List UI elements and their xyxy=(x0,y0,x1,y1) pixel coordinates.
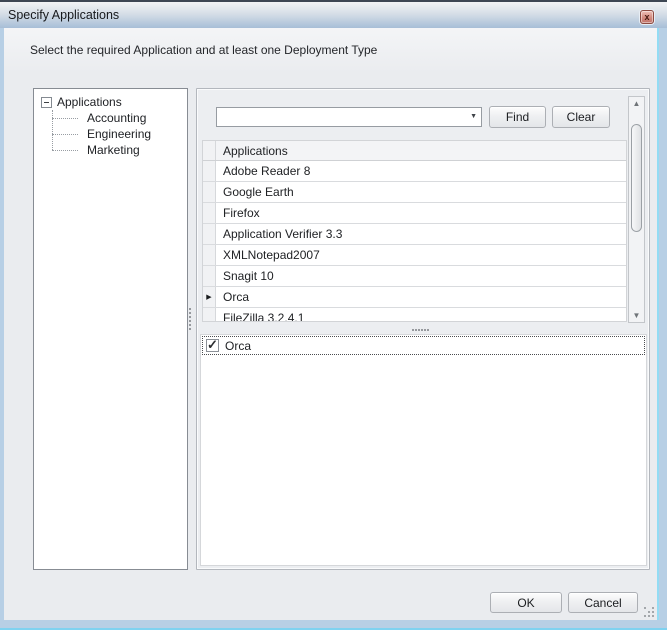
table-row[interactable]: XMLNotepad2007 xyxy=(203,245,626,266)
specify-applications-dialog: Specify Applications x Select the requir… xyxy=(0,0,667,630)
collapse-minus-icon[interactable] xyxy=(41,97,52,108)
grid-scrollbar[interactable]: ▲ ▼ xyxy=(628,96,645,323)
application-name-cell: Firefox xyxy=(216,203,626,223)
tree-node-label: Marketing xyxy=(87,143,140,157)
table-row[interactable]: Snagit 10 xyxy=(203,266,626,287)
ok-button[interactable]: OK xyxy=(490,592,562,613)
row-indicator-cell: ▶ xyxy=(203,287,216,307)
row-indicator-cell xyxy=(203,308,216,322)
tree-root-label: Applications xyxy=(57,95,122,109)
table-row[interactable]: Google Earth xyxy=(203,182,626,203)
application-name-cell: Snagit 10 xyxy=(216,266,626,286)
list-item-label: Orca xyxy=(225,339,251,353)
checkmark-icon: ✓ xyxy=(207,339,218,351)
grid-header-row[interactable]: Applications xyxy=(203,141,626,161)
application-name-cell: Orca xyxy=(216,287,626,307)
row-indicator-cell xyxy=(203,203,216,223)
find-button[interactable]: Find xyxy=(489,106,546,128)
titlebar[interactable]: Specify Applications xyxy=(0,2,667,28)
list-item[interactable]: ✓ Orca xyxy=(202,336,645,355)
row-indicator-cell xyxy=(203,182,216,202)
window-border-bottom xyxy=(0,620,667,630)
applications-tree: Applications Accounting Engineering Market… xyxy=(34,89,187,158)
scroll-up-icon[interactable]: ▲ xyxy=(629,97,644,110)
row-indicator-cell xyxy=(203,161,216,181)
window-border-left xyxy=(0,28,4,630)
tree-node-label: Accounting xyxy=(87,111,146,125)
grid-header-label: Applications xyxy=(216,141,626,160)
application-name-cell: FileZilla 3.2.4.1 xyxy=(216,308,626,322)
find-button-label: Find xyxy=(506,110,529,124)
clear-button[interactable]: Clear xyxy=(552,106,610,128)
window-title: Specify Applications xyxy=(8,8,119,22)
application-name-cell: Google Earth xyxy=(216,182,626,202)
row-indicator-cell xyxy=(203,245,216,265)
tree-node[interactable]: Marketing xyxy=(40,142,187,158)
tree-node[interactable]: Engineering xyxy=(40,126,187,142)
table-row[interactable]: Adobe Reader 8 xyxy=(203,161,626,182)
cancel-button[interactable]: Cancel xyxy=(568,592,638,613)
scrollbar-thumb[interactable] xyxy=(631,124,642,232)
application-name-cell: Adobe Reader 8 xyxy=(216,161,626,181)
grid-header-indicator-cell xyxy=(203,141,216,160)
ok-button-label: OK xyxy=(517,596,534,610)
checkbox[interactable]: ✓ xyxy=(206,339,219,352)
tree-node-label: Engineering xyxy=(87,127,151,141)
scroll-down-icon[interactable]: ▼ xyxy=(629,309,644,322)
tree-node-applications[interactable]: Applications xyxy=(40,94,187,110)
search-input[interactable] xyxy=(218,109,458,125)
panel-splitter-grip[interactable] xyxy=(189,308,192,332)
chevron-down-icon[interactable]: ▼ xyxy=(470,113,477,120)
close-icon: x xyxy=(644,13,649,22)
window-resize-grip[interactable] xyxy=(644,607,657,620)
tree-node[interactable]: Accounting xyxy=(40,110,187,126)
grid-rows: Adobe Reader 8Google EarthFirefoxApplica… xyxy=(203,161,626,322)
search-combobox[interactable]: ▼ xyxy=(216,107,482,127)
table-row[interactable]: Application Verifier 3.3 xyxy=(203,224,626,245)
table-row[interactable]: Firefox xyxy=(203,203,626,224)
row-indicator-cell xyxy=(203,224,216,244)
window-border-right xyxy=(657,28,667,630)
applications-tree-panel: Applications Accounting Engineering Market… xyxy=(33,88,188,570)
applications-grid: Applications Adobe Reader 8Google EarthF… xyxy=(202,140,627,322)
row-indicator-cell xyxy=(203,266,216,286)
selection-rows: ✓ Orca xyxy=(201,336,646,355)
row-indicator-icon: ▶ xyxy=(206,294,211,301)
clear-button-label: Clear xyxy=(567,110,596,124)
deployment-type-list: ✓ Orca xyxy=(200,334,647,566)
instruction-text: Select the required Application and at l… xyxy=(30,43,377,57)
tree-children: Accounting Engineering Marketing xyxy=(40,110,187,158)
horizontal-splitter-grip[interactable] xyxy=(412,329,430,332)
table-row[interactable]: FileZilla 3.2.4.1 xyxy=(203,308,626,322)
cancel-button-label: Cancel xyxy=(584,596,621,610)
application-name-cell: Application Verifier 3.3 xyxy=(216,224,626,244)
table-row[interactable]: ▶ Orca xyxy=(203,287,626,308)
application-name-cell: XMLNotepad2007 xyxy=(216,245,626,265)
close-button[interactable]: x xyxy=(640,10,654,24)
